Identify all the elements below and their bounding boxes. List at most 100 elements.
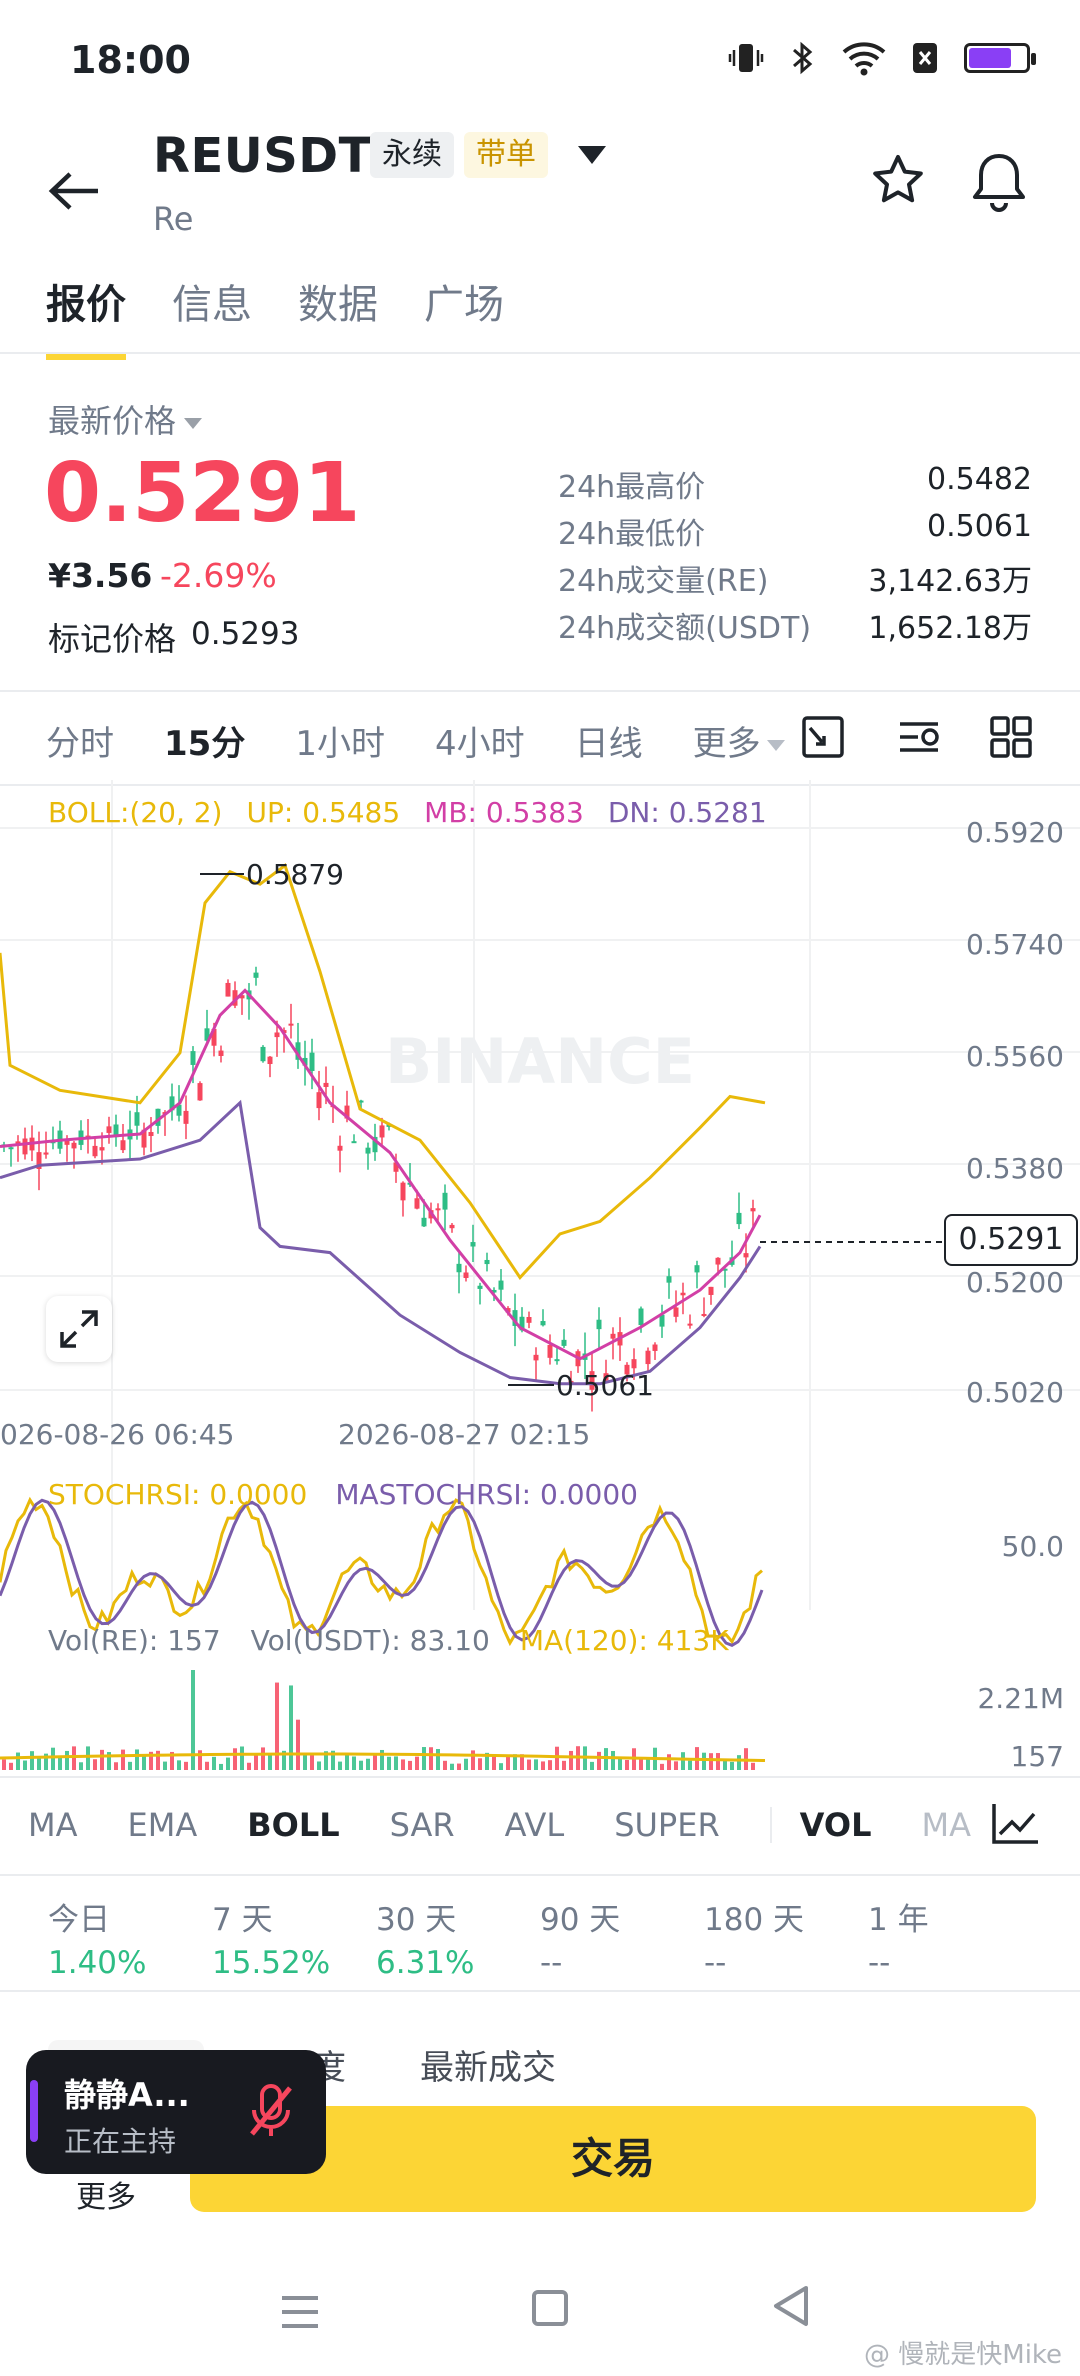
indicator-vol[interactable]: VOL	[800, 1806, 872, 1844]
interval-4h[interactable]: 4小时	[435, 716, 525, 765]
symbol-dropdown-icon[interactable]	[578, 146, 606, 164]
more-button[interactable]: 更多	[76, 2172, 136, 2216]
stats-panel: 24h最高价 0.5482 24h最低价 0.5061 24h成交量(RE) 3,14…	[558, 462, 1032, 650]
back-arrow-icon[interactable]	[48, 160, 100, 225]
current-price-tag[interactable]: 0.5291	[944, 1214, 1078, 1266]
indicator-avl[interactable]: AVL	[505, 1806, 565, 1844]
perf-1y: 1 年 --	[868, 1902, 929, 1981]
status-icons	[728, 40, 1036, 76]
sim-off-icon	[913, 43, 937, 73]
vol-ma: MA(120): 413K	[519, 1624, 729, 1657]
price-axis-label: 0.5560	[966, 1040, 1064, 1073]
vol-re: Vol(RE): 157	[48, 1624, 221, 1657]
status-time: 18:00	[70, 38, 191, 82]
nav-back-icon[interactable]	[770, 2284, 810, 2328]
nav-home-icon[interactable]	[532, 2290, 568, 2326]
perf-today: 今日 1.40%	[48, 1902, 147, 1981]
tab-latest-trades[interactable]: 最新成交	[420, 2040, 556, 2089]
stat-row: 24h最高价 0.5482	[558, 462, 1032, 505]
volume-max-label: 2.21M	[977, 1682, 1064, 1715]
indicator-super[interactable]: SUPER	[614, 1806, 719, 1844]
volume-legend: Vol(RE): 157 Vol(USDT): 83.10 MA(120): 4…	[48, 1624, 729, 1657]
mark-price-value: 0.5293	[191, 616, 300, 652]
high-marker: 0.5879	[246, 858, 344, 891]
binance-watermark: BINANCE	[385, 1025, 695, 1098]
interval-timeshare[interactable]: 分时	[46, 716, 114, 765]
interval-1d[interactable]: 日线	[575, 716, 643, 765]
interval-bar: 分时 15分 1小时 4小时 日线 更多	[46, 716, 785, 765]
indicator-ma-sub[interactable]: MA	[921, 1806, 971, 1844]
fullscreen-expand-icon[interactable]	[46, 1296, 112, 1362]
chart-bottom-divider	[0, 1776, 1080, 1778]
tab-data[interactable]: 数据	[298, 272, 378, 360]
interval-15m[interactable]: 15分	[164, 716, 245, 765]
stat-row: 24h成交量(RE) 3,142.63万	[558, 564, 1032, 599]
indicator-boll[interactable]: BOLL	[247, 1806, 339, 1844]
chart-tool-icon[interactable]	[800, 714, 846, 760]
mic-muted-icon[interactable]	[238, 2078, 304, 2144]
perf-30d: 30 天 6.31%	[376, 1902, 475, 1981]
price-axis-label: 0.5740	[966, 928, 1064, 961]
perpetual-tag: 永续	[370, 132, 454, 178]
boll-legend: BOLL:(20, 2) UP: 0.5485 MB: 0.5383 DN: 0…	[48, 796, 767, 829]
volume-last-label: 157	[1010, 1740, 1064, 1773]
perf-divider	[0, 1874, 1080, 1876]
last-price: 0.5291	[44, 446, 361, 541]
bell-icon[interactable]	[970, 150, 1028, 214]
latest-price-label[interactable]: 最新价格	[48, 396, 203, 442]
boll-params: BOLL:(20, 2)	[48, 796, 223, 829]
indicator-ema[interactable]: EMA	[128, 1806, 198, 1844]
battery-icon	[964, 43, 1036, 73]
low-marker: 0.5061	[556, 1369, 654, 1402]
main-tabs: 报价 信息 数据 广场	[46, 272, 504, 360]
live-host-name: 静静A...	[64, 2076, 190, 2114]
tab-square[interactable]: 广场	[424, 272, 504, 360]
perf-7d: 7 天 15.52%	[212, 1902, 331, 1981]
price-axis-label: 0.5020	[966, 1376, 1064, 1409]
price-axis-label: 0.5380	[966, 1152, 1064, 1185]
grid-layout-icon[interactable]	[988, 714, 1034, 760]
mark-price-label: 标记价格	[48, 620, 177, 658]
indicator-chart-icon[interactable]	[986, 1800, 1046, 1848]
perf-90d: 90 天 --	[540, 1902, 621, 1981]
perf-180d: 180 天 --	[704, 1902, 805, 1981]
indicator-settings-icon[interactable]	[896, 714, 942, 760]
stat-row: 24h成交额(USDT) 1,652.18万	[558, 611, 1032, 646]
interval-more[interactable]: 更多	[693, 716, 785, 765]
stochrsi-legend: STOCHRSI: 0.0000 MASTOCHRSI: 0.0000	[48, 1478, 638, 1511]
boll-dn-value: DN: 0.5281	[607, 796, 767, 829]
vibrate-icon	[728, 44, 764, 72]
section-divider	[0, 690, 1080, 692]
copy-trading-tag: 带单	[464, 132, 548, 178]
indicator-separator	[769, 1807, 772, 1843]
stochrsi-value: STOCHRSI: 0.0000	[48, 1478, 308, 1511]
price-axis-label: 0.5920	[966, 816, 1064, 849]
live-stream-card[interactable]: 静静A... 正在主持	[26, 2050, 326, 2174]
indicator-sar[interactable]: SAR	[390, 1806, 455, 1844]
mastochrsi-value: MASTOCHRSI: 0.0000	[335, 1478, 638, 1511]
tab-info[interactable]: 信息	[172, 272, 252, 360]
cny-price: ¥3.56	[48, 556, 153, 595]
live-indicator-bar	[30, 2080, 38, 2142]
time-axis-label: 026-08-26 06:45	[0, 1418, 235, 1451]
caret-down-icon	[184, 417, 203, 429]
indicator-tabs: MA EMA BOLL SAR AVL SUPER VOL MA	[28, 1806, 971, 1844]
bottom-divider	[0, 1990, 1080, 1992]
tabs-divider	[0, 352, 1080, 354]
live-status: 正在主持	[64, 2125, 177, 2158]
corner-watermark: @ 慢就是快Mike	[864, 2340, 1063, 2370]
price-axis-label: 0.5200	[966, 1266, 1064, 1299]
boll-up-value: UP: 0.5485	[246, 796, 401, 829]
stochrsi-line	[0, 1496, 763, 1647]
tab-quote[interactable]: 报价	[46, 272, 126, 360]
vol-usdt: Vol(USDT): 83.10	[250, 1624, 490, 1657]
favorite-star-icon[interactable]	[870, 152, 926, 222]
stochrsi-level: 50.0	[1001, 1530, 1064, 1563]
time-axis-label: 2026-08-27 02:15	[338, 1418, 591, 1451]
symbol-title[interactable]: REUSDT	[153, 128, 372, 184]
wifi-icon	[842, 42, 886, 76]
asset-name: Re	[153, 200, 194, 238]
interval-1h[interactable]: 1小时	[295, 716, 385, 765]
indicator-ma[interactable]: MA	[28, 1806, 78, 1844]
nav-menu-icon[interactable]	[280, 2294, 320, 2330]
